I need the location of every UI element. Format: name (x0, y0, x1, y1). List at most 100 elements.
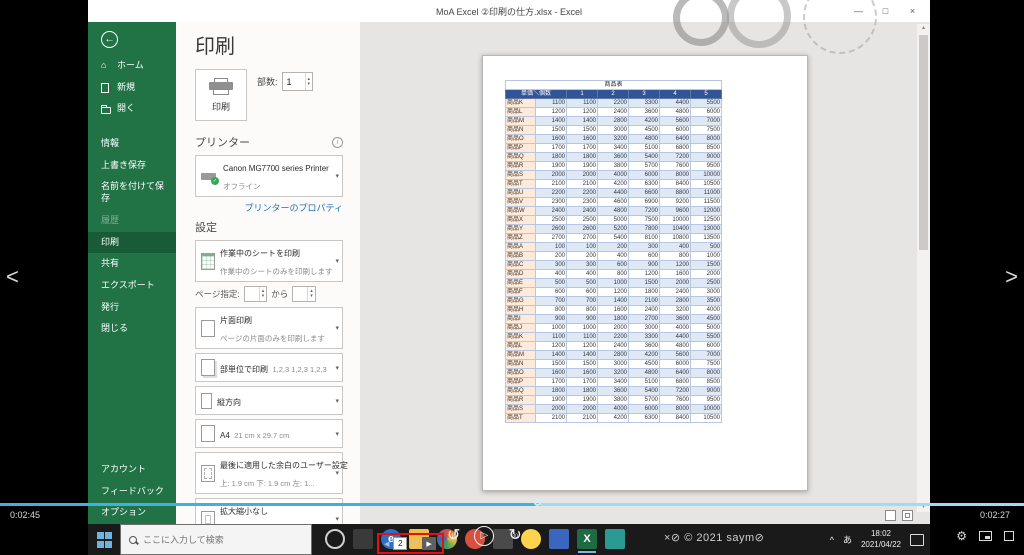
search-icon (129, 535, 137, 544)
ime-indicator[interactable]: あ (843, 533, 852, 546)
printer-status-icon: ✓ (201, 169, 219, 185)
paper-icon (201, 425, 215, 442)
print-settings-panel: 印刷 印刷 部数: 1 ▴ ▾ プリンター i ✓ Canon MG7700 s… (176, 22, 360, 555)
taskbar-icon-app-teal[interactable] (605, 529, 625, 549)
titlebar: MoA Excel ②印刷の仕方.xlsx - Excel — □ × (88, 0, 930, 22)
duplex-selector[interactable]: 片面印刷 ページの片面のみを印刷します ▾ (195, 307, 343, 349)
print-area-selector[interactable]: 作業中のシートを印刷 作業中のシートのみを印刷します ▾ (195, 240, 343, 282)
taskbar-icon-excel[interactable]: X (577, 529, 597, 553)
taskbar-search[interactable] (120, 524, 312, 555)
chevron-down-icon: ▾ (335, 173, 339, 180)
printer-selector[interactable]: ✓ Canon MG7700 series Printer オフライン ▾ (195, 155, 343, 197)
sidebar-item-share[interactable]: 共有 (88, 253, 176, 275)
table-row: 商品L 1200 1200 2400 3600 4800 6000 (505, 341, 722, 351)
sidebar-item-save-as[interactable]: 名前を付けて保存 (88, 176, 176, 209)
table-row: 商品M 1400 1400 2800 4200 5600 7000 (505, 116, 722, 126)
table-row: 商品R 1900 1900 3800 5700 7600 9500 (505, 395, 722, 405)
print-button[interactable]: 印刷 (195, 69, 247, 121)
next-video-chevron[interactable]: > (1005, 264, 1018, 290)
chevron-down-icon: ▾ (335, 430, 339, 438)
printer-properties-link[interactable]: プリンターのプロパティ (195, 201, 343, 214)
sidebar-item-open[interactable]: 開く (88, 98, 176, 120)
table-row: 商品O 1600 1600 3200 4800 6400 8000 (505, 134, 722, 144)
page-to-stepper[interactable]: ▴ ▾ (292, 286, 316, 302)
stepper-arrows-icon[interactable]: ▴ ▾ (258, 287, 267, 301)
table-title: 商品表 (505, 80, 722, 90)
scroll-up-icon[interactable]: ▴ (922, 24, 925, 33)
search-input[interactable] (143, 534, 293, 545)
rewind-10-button[interactable]: ↺ 10 (447, 528, 460, 544)
pip-icon[interactable] (979, 531, 992, 541)
excel-window: MoA Excel ②印刷の仕方.xlsx - Excel — □ × ← ⌂ … (88, 0, 930, 555)
settings-gear-icon[interactable]: ⚙ (956, 529, 967, 543)
sidebar-item-print[interactable]: 印刷 (88, 231, 176, 254)
play-button[interactable]: ▷ (474, 526, 495, 546)
settings-heading: 設定 (195, 222, 217, 234)
info-icon[interactable]: i (332, 136, 343, 148)
stepper-arrows-icon[interactable]: ▴ ▾ (307, 287, 315, 301)
margins-icon (201, 464, 215, 482)
fullscreen-icon[interactable] (1004, 531, 1014, 541)
taskbar-icon-task-view[interactable] (353, 529, 373, 549)
maximize-button[interactable]: □ (872, 0, 899, 22)
taskbar-clock[interactable]: 18:02 2021/04/22 (861, 529, 901, 550)
back-button[interactable]: ← (88, 22, 176, 55)
start-button[interactable] (97, 532, 113, 548)
table-row: 商品C 300 300 600 900 1200 1500 (505, 260, 722, 270)
table-row: 商品Q 1800 1800 3600 5400 7200 9000 (505, 386, 722, 396)
sidebar-item-home[interactable]: ⌂ ホーム (88, 55, 176, 77)
sidebar-item-publish[interactable]: 発行 (88, 297, 176, 319)
table-row: 商品K 1100 1100 2200 3300 4400 5500 (505, 98, 722, 108)
close-button[interactable]: × (899, 0, 926, 22)
table-row: 商品R 1900 1900 3800 5700 7600 9500 (505, 161, 722, 171)
forward-30-button[interactable]: ↻ 30 (508, 528, 521, 544)
sidebar-item-account[interactable]: アカウント (88, 459, 176, 481)
printer-status: オフライン (223, 182, 261, 191)
collate-selector[interactable]: 部単位で印刷 1,2,3 1,2,3 1,2,3 ▾ (195, 353, 343, 382)
notification-center-icon[interactable] (910, 533, 924, 546)
page-icon (201, 319, 215, 337)
table-row: 商品U 2200 2200 4400 6600 8800 11000 (505, 188, 722, 198)
scrollbar-thumb[interactable] (919, 35, 928, 250)
paper-size-selector[interactable]: A4 21 cm x 29.7 cm ▾ (195, 419, 343, 448)
elapsed-time: 0:02:45 (10, 510, 41, 520)
sidebar-item-new[interactable]: 新規 (88, 77, 176, 99)
taskbar-icon-cortana[interactable] (325, 529, 345, 549)
clock-date: 2021/04/22 (860, 539, 901, 549)
table-row: 商品Q 1800 1800 3600 5400 7200 9000 (505, 152, 722, 162)
sidebar-item-feedback[interactable]: フィードバック (88, 481, 176, 503)
table-row: 商品K 1100 1100 2200 3300 4400 5500 (505, 332, 722, 342)
printer-icon (209, 77, 233, 96)
printer-name: Canon MG7700 series Printer (223, 164, 329, 173)
zoom-to-page-button[interactable] (902, 510, 913, 521)
video-progress-bar[interactable] (0, 499, 1024, 506)
table-header-row: 単価＼個数 12345 (505, 89, 722, 99)
copies-stepper[interactable]: 1 ▴ ▾ (281, 72, 314, 91)
sidebar-item-save[interactable]: 上書き保存 (88, 155, 176, 177)
minimize-button[interactable]: — (845, 0, 872, 22)
sidebar-item-export[interactable]: エクスポート (88, 275, 176, 297)
progress-thumb[interactable] (534, 499, 541, 506)
stepper-arrows-icon[interactable]: ▴ ▾ (304, 73, 313, 90)
table-row: 商品L 1200 1200 2400 3600 4800 6000 (505, 107, 722, 117)
margins-selector[interactable]: 最後に適用した余白のユーザー設定 上: 1.9 cm 下: 1.9 cm 左: … (195, 452, 348, 494)
table-row: 商品P 1700 1700 3400 5100 6800 8500 (505, 143, 722, 153)
chevron-down-icon: ▾ (335, 470, 339, 477)
preview-page: 商品表 単価＼個数 12345 商品K 1100 1100 2200 3300 4400 5… (482, 55, 808, 491)
show-margins-button[interactable] (885, 510, 896, 521)
taskbar-icon-recorder[interactable] (521, 529, 541, 549)
progress-played (0, 503, 540, 506)
previous-video-chevron[interactable]: < (6, 264, 19, 290)
table-row: 商品N 1500 1500 3000 4500 6000 7500 (505, 125, 722, 135)
sidebar-item-info[interactable]: 情報 (88, 133, 176, 155)
sidebar-item-close[interactable]: 閉じる (88, 318, 176, 340)
sidebar-item-history: 履歴 (101, 214, 120, 225)
table-row: 商品I 900 900 1800 2700 3600 4500 (505, 314, 722, 324)
page-from-stepper[interactable]: ▴ ▾ (243, 286, 268, 302)
count-column-header: 1 (566, 89, 598, 99)
tray-expand-caret[interactable]: ^ (830, 535, 834, 545)
taskbar-icon-app-blue[interactable] (549, 529, 569, 549)
orientation-selector[interactable]: 縦方向 ▾ (195, 386, 343, 415)
page-range-label: ページ指定: (195, 289, 240, 299)
preview-scrollbar[interactable]: ▴ ▾ (917, 24, 930, 512)
